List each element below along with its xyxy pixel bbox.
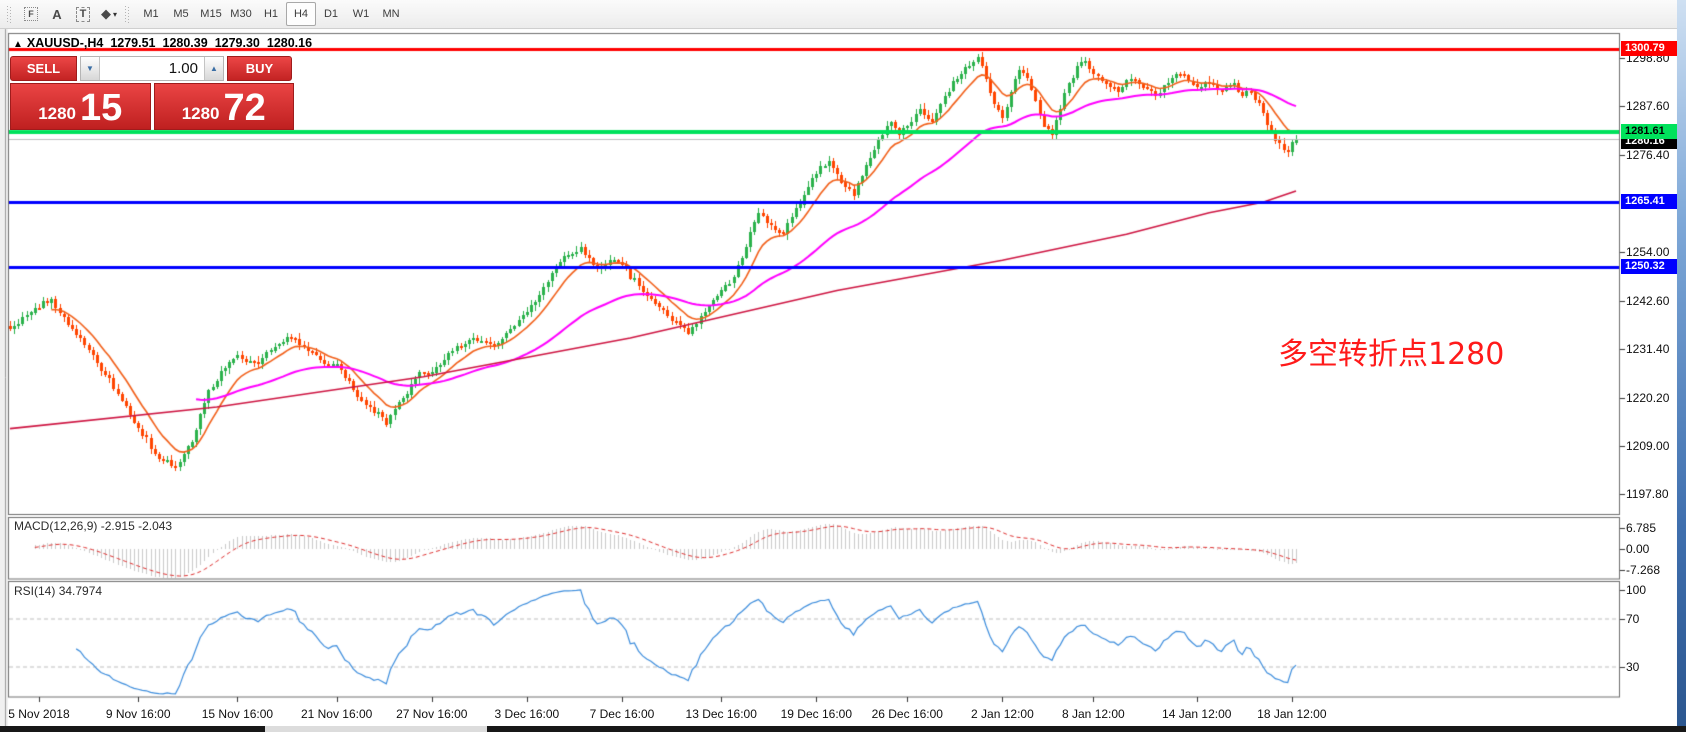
taskbar-button[interactable] <box>265 726 487 732</box>
toolbar-grip[interactable] <box>6 5 13 23</box>
rsi-label: RSI(14) 34.7974 <box>14 584 102 598</box>
drawing-tools-group: FAT◆▾ <box>18 2 122 26</box>
volume-input[interactable] <box>100 57 204 80</box>
toolbar-grip[interactable] <box>124 5 131 23</box>
timeframe-button-h1[interactable]: H1 <box>256 2 286 26</box>
time-axis-label: 14 Jan 12:00 <box>1147 707 1247 721</box>
price-line-tag[interactable]: 1281.61 <box>1621 124 1677 139</box>
fibonacci-tool-icon[interactable]: F <box>18 2 44 26</box>
time-axis-label: 27 Nov 16:00 <box>382 707 482 721</box>
timeframe-button-m1[interactable]: M1 <box>136 2 166 26</box>
volume-stepper: ▼ ▲ <box>80 56 224 81</box>
volume-increase-button[interactable]: ▲ <box>204 57 223 80</box>
ohlc-high: 1280.39 <box>163 36 208 50</box>
timeframe-button-m30[interactable]: M30 <box>226 2 256 26</box>
macd-name: MACD(12,26,9) <box>14 519 97 533</box>
price-line-tag[interactable]: 1300.79 <box>1621 41 1677 56</box>
time-axis-label: 18 Jan 12:00 <box>1242 707 1342 721</box>
time-axis-label: 13 Dec 16:00 <box>671 707 771 721</box>
price-axis-label: 1276.40 <box>1626 148 1669 162</box>
price-axis-label: 1220.20 <box>1626 391 1669 405</box>
timeframe-button-m5[interactable]: M5 <box>166 2 196 26</box>
ask-price-box[interactable]: 1280 72 <box>154 83 295 130</box>
rsi-axis-label: 100 <box>1626 583 1646 597</box>
window-right-edge <box>1677 0 1686 732</box>
macd-axis-label: -7.268 <box>1626 563 1660 577</box>
ohlc-low: 1279.30 <box>215 36 260 50</box>
price-axis-label: 1254.00 <box>1626 245 1669 259</box>
timeframe-button-mn[interactable]: MN <box>376 2 406 26</box>
price-axis-label: 1242.60 <box>1626 294 1669 308</box>
one-click-trade-panel: SELL ▼ ▲ BUY 1280 15 1280 72 <box>10 56 294 130</box>
timeframe-button-m15[interactable]: M15 <box>196 2 226 26</box>
rsi-name: RSI(14) <box>14 584 55 598</box>
macd-values: -2.915 -2.043 <box>101 519 172 533</box>
toolbar: FAT◆▾ M1M5M15M30H1H4D1W1MN <box>0 0 1686 29</box>
text-tool-icon[interactable]: A <box>44 2 70 26</box>
arrows-tool-icon[interactable]: ◆▾ <box>96 2 122 26</box>
rsi-axis-label: 70 <box>1626 612 1639 626</box>
time-axis-label: 3 Dec 16:00 <box>477 707 577 721</box>
price-axis-label: 1287.60 <box>1626 99 1669 113</box>
symbol-title: XAUUSD-,H4 <box>27 36 103 50</box>
timeframe-group: M1M5M15M30H1H4D1W1MN <box>136 2 406 26</box>
ohlc-close: 1280.16 <box>267 36 312 50</box>
price-axis-label: 1231.40 <box>1626 342 1669 356</box>
bid-price-pips: 15 <box>80 93 122 124</box>
spin-down-icon: ▼ <box>86 64 94 73</box>
price-axis-label: 1209.00 <box>1626 439 1669 453</box>
volume-decrease-button[interactable]: ▼ <box>81 57 100 80</box>
spin-up-icon: ▲ <box>210 64 218 73</box>
macd-label: MACD(12,26,9) -2.915 -2.043 <box>14 519 172 533</box>
bid-price-main: 1280 <box>38 105 76 124</box>
chart-annotation-text: 多空转折点1280 <box>1278 329 1504 373</box>
direction-up-icon: ▲ <box>13 39 23 50</box>
rsi-value: 34.7974 <box>59 584 102 598</box>
price-line-tag[interactable]: 1250.32 <box>1621 259 1677 274</box>
time-axis-label: 8 Jan 12:00 <box>1043 707 1143 721</box>
time-axis-label: 26 Dec 16:00 <box>857 707 957 721</box>
price-axis-label: 1197.80 <box>1626 487 1669 501</box>
taskbar-strip <box>0 726 1686 732</box>
timeframe-button-w1[interactable]: W1 <box>346 2 376 26</box>
time-axis-label: 19 Dec 16:00 <box>766 707 866 721</box>
time-axis-label: 2 Jan 12:00 <box>952 707 1052 721</box>
time-axis-label: 5 Nov 2018 <box>0 707 89 721</box>
macd-axis-label: 6.785 <box>1626 521 1656 535</box>
timeframe-button-d1[interactable]: D1 <box>316 2 346 26</box>
price-line-tag[interactable]: 1265.41 <box>1621 194 1677 209</box>
ohlc-open: 1279.51 <box>110 36 155 50</box>
time-axis-label: 15 Nov 16:00 <box>187 707 287 721</box>
time-axis-label: 9 Nov 16:00 <box>88 707 188 721</box>
time-axis-label: 21 Nov 16:00 <box>287 707 387 721</box>
text-label-tool-icon[interactable]: T <box>70 2 96 26</box>
buy-button[interactable]: BUY <box>227 56 292 81</box>
bid-price-box[interactable]: 1280 15 <box>10 83 151 130</box>
time-axis-label: 7 Dec 16:00 <box>572 707 672 721</box>
timeframe-button-h4[interactable]: H4 <box>286 2 316 26</box>
ask-price-main: 1280 <box>182 105 220 124</box>
rsi-axis-label: 30 <box>1626 660 1639 674</box>
sell-button[interactable]: SELL <box>10 56 77 81</box>
mt4-terminal: { "toolbar": { "tools": [ {"id": "fibona… <box>0 0 1686 732</box>
chart-header: ▲ XAUUSD-,H4 1279.51 1280.39 1279.30 1280.16 <box>13 36 319 50</box>
ask-price-pips: 72 <box>224 93 266 124</box>
macd-axis-label: 0.00 <box>1626 542 1649 556</box>
